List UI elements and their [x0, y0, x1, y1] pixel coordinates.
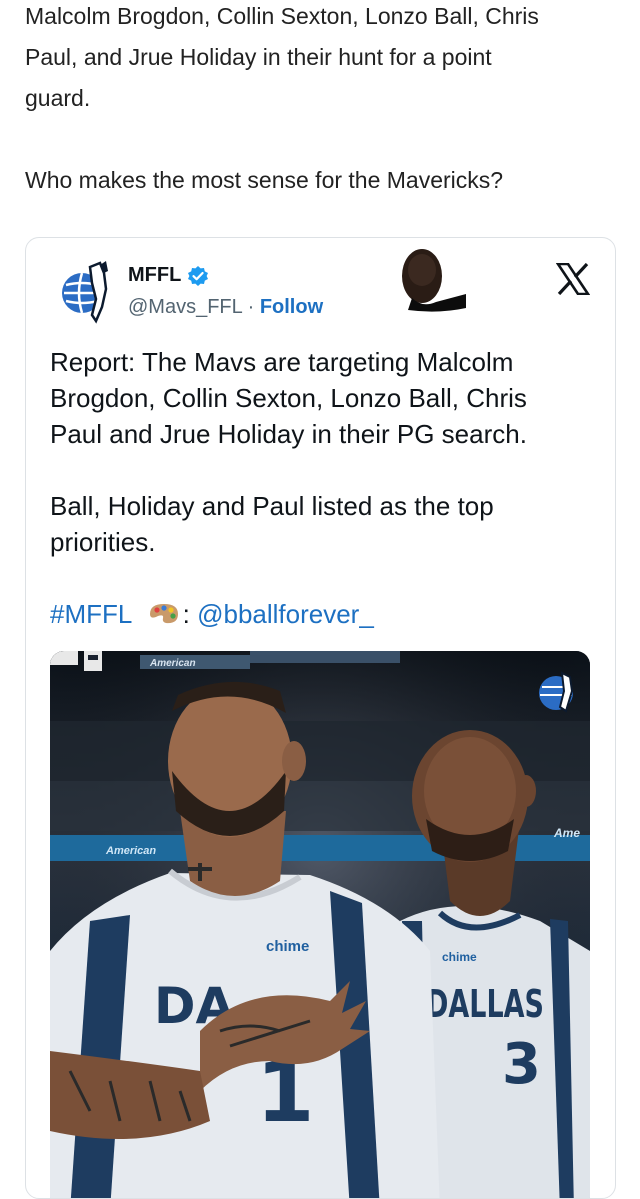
- mffl-logo-icon[interactable]: [60, 259, 110, 325]
- post-question: Who makes the most sense for the Maveric…: [25, 167, 504, 193]
- jersey-sponsor: chime: [266, 938, 309, 955]
- x-logo-icon[interactable]: [556, 263, 590, 295]
- post-line: guard.: [25, 85, 91, 111]
- arena-banner: American: [149, 658, 196, 669]
- arena-banner: Ame: [553, 826, 580, 840]
- credit-colon: :: [182, 599, 190, 629]
- tweet-media-image[interactable]: American American Ame chime DALLAS 3 chi…: [50, 651, 590, 1198]
- embedded-tweet[interactable]: MFFL @Mavs_FFL · Follow Report: The Mavs…: [25, 237, 616, 1199]
- author-handle[interactable]: @Mavs_FFL: [128, 296, 242, 318]
- author-handle-row: @Mavs_FFL · Follow: [128, 296, 323, 319]
- players-photo: American American Ame chime DALLAS 3 chi…: [50, 651, 590, 1198]
- jersey-letters: DALLAS: [426, 982, 544, 1026]
- artist-palette-icon: [149, 604, 178, 624]
- post-line: Paul, and Jrue Holiday in their hunt for…: [25, 44, 492, 70]
- tweet-line: Paul and Jrue Holiday in their PG search…: [50, 419, 527, 449]
- tweet-line: Brogdon, Collin Sexton, Lonzo Ball, Chri…: [50, 383, 527, 413]
- follow-button[interactable]: Follow: [260, 296, 323, 318]
- jersey-sponsor: chime: [442, 950, 477, 964]
- post-line: Malcolm Brogdon, Collin Sexton, Lonzo Ba…: [25, 3, 539, 29]
- tweet-line: Report: The Mavs are targeting Malcolm: [50, 347, 514, 377]
- arena-banner: American: [105, 845, 156, 857]
- credit-handle-link[interactable]: @bballforever_: [197, 599, 374, 629]
- tweet-line: priorities.: [50, 527, 156, 557]
- hashtag-link[interactable]: #MFFL: [50, 599, 131, 629]
- jersey-number: 3: [502, 1032, 541, 1097]
- tweet-tags-line: #MFFL : @bballforever_: [50, 596, 595, 632]
- author-name[interactable]: MFFL: [128, 264, 181, 287]
- tweet-line: Ball, Holiday and Paul listed as the top: [50, 491, 494, 521]
- profile-photo-icon: [398, 248, 470, 314]
- tweet-body: Report: The Mavs are targeting Malcolm B…: [50, 344, 595, 632]
- author-name-row[interactable]: MFFL: [128, 264, 209, 287]
- handle-separator: ·: [242, 296, 260, 318]
- verified-badge-icon: [188, 265, 209, 286]
- post-text: Malcolm Brogdon, Collin Sexton, Lonzo Ba…: [25, 0, 615, 201]
